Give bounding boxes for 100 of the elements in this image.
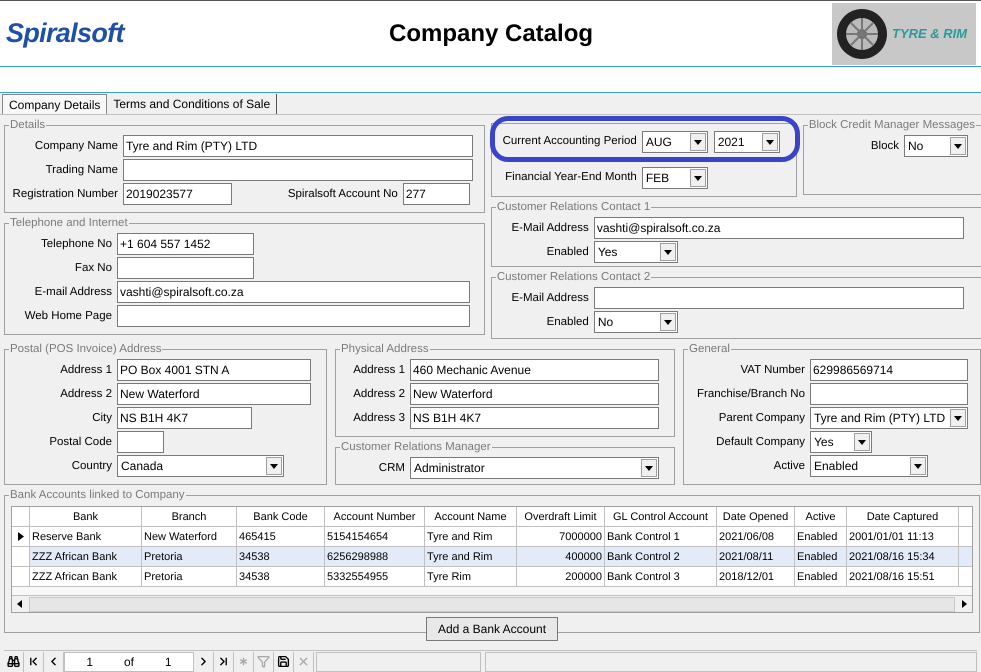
table-cell: New Waterford — [142, 527, 237, 546]
input-field[interactable] — [810, 383, 968, 406]
dropdown[interactable]: No — [904, 135, 968, 158]
table-cell: ZZZ African Bank — [30, 547, 142, 566]
page-indicator[interactable]: 1 of 1 — [64, 652, 194, 672]
table-cell: Bank Control 3 — [605, 567, 717, 586]
input-field[interactable]: 2019023577 — [123, 183, 232, 206]
input-field[interactable]: 277 — [402, 183, 470, 206]
field-label: Trading Name — [44, 162, 119, 178]
field-label: Telephone No — [40, 236, 113, 252]
last-page-icon — [217, 655, 230, 668]
table-row[interactable]: Reserve Bank New Waterford 465415 5154154654 Tyre and Rim 7000000 Bank Control 1 2021/06/08 Enabled 2001/01/01 11:13 — [12, 527, 972, 548]
page-of-label: of — [124, 654, 134, 670]
binoculars-icon — [7, 655, 20, 668]
dropdown[interactable]: Canada — [117, 455, 284, 478]
input-field[interactable]: +1 604 557 1452 — [117, 233, 254, 256]
page-total: 1 — [164, 654, 172, 670]
row-pointer-icon — [18, 532, 24, 542]
dropdown[interactable]: Administrator — [410, 457, 659, 480]
input-field[interactable] — [117, 257, 254, 280]
table-row[interactable]: ZZZ African Bank Pretoria 34538 6256298988 Tyre and Rim 400000 Bank Control 2 2021/08/11 Enabled 2021/08/16 15:34 — [12, 547, 972, 568]
input-field[interactable] — [117, 305, 470, 328]
table-cell: Tyre and Rim — [425, 527, 517, 546]
input-field[interactable] — [123, 159, 473, 182]
table-cell: 2021/08/11 — [717, 547, 795, 566]
column-header[interactable]: Date Captured — [847, 507, 959, 526]
column-header[interactable]: GL Control Account — [605, 507, 717, 526]
table-cell: 2001/01/01 11:13 — [847, 527, 959, 546]
column-header[interactable]: Bank — [30, 507, 142, 526]
field-label: Current Accounting Period — [502, 134, 638, 150]
field-label: Parent Company — [718, 410, 806, 426]
field-label: CRM — [378, 460, 406, 476]
field-label: Company Name — [34, 138, 119, 154]
column-header[interactable]: Date Opened — [717, 507, 795, 526]
dropdown[interactable]: Yes — [810, 431, 872, 454]
field-label: Franchise/Branch No — [696, 386, 806, 402]
input-field[interactable]: 629986569714 — [810, 359, 968, 382]
table-cell: Enabled — [795, 527, 847, 546]
table-cell: 2021/08/16 15:34 — [847, 547, 959, 566]
dropdown[interactable]: Yes — [594, 241, 678, 264]
input-field[interactable]: PO Box 4001 STN A — [117, 359, 311, 382]
table-cell: Tyre Rim — [425, 567, 517, 586]
group-title: Details — [9, 118, 46, 133]
column-header[interactable]: Branch — [142, 507, 237, 526]
input-field[interactable]: Tyre and Rim (PTY) LTD — [123, 135, 473, 158]
caret-icon — [660, 243, 676, 262]
input-field[interactable]: New Waterford — [410, 383, 659, 406]
table-cell: 34538 — [237, 547, 325, 566]
table-cell: Enabled — [795, 567, 847, 586]
group-title: Customer Relations Contact 2 — [496, 270, 652, 285]
dropdown[interactable]: FEB — [642, 167, 708, 189]
input-field[interactable] — [117, 431, 164, 454]
field-label: E-Mail Address — [510, 220, 590, 236]
input-field[interactable]: 460 Mechanic Avenue — [410, 359, 659, 382]
input-field[interactable]: New Waterford — [117, 383, 311, 406]
company-logo: Spiralsoft — [6, 17, 126, 50]
dropdown[interactable]: Tyre and Rim (PTY) LTD — [810, 407, 968, 430]
column-header[interactable]: Overdraft Limit — [517, 507, 605, 526]
dropdown[interactable]: No — [594, 311, 678, 334]
dropdown[interactable]: AUG — [642, 131, 708, 153]
table-cell: 2018/12/01 — [717, 567, 795, 586]
field-label: Web Home Page — [24, 308, 113, 324]
field-label: E-Mail Address — [510, 290, 590, 306]
table-cell: Tyre and Rim — [425, 547, 517, 566]
table-cell: 2021/08/16 15:51 — [847, 567, 959, 586]
caret-icon — [854, 433, 870, 452]
group-title: Telephone and Internet — [9, 216, 129, 231]
asterisk-icon — [237, 655, 250, 668]
table-cell: 400000 — [517, 547, 605, 566]
caret-icon — [950, 137, 966, 156]
column-header[interactable]: Account Name — [425, 507, 517, 526]
field-label: Address 1 — [352, 362, 406, 378]
column-header[interactable]: Active — [795, 507, 847, 526]
field-label: Country — [70, 458, 113, 474]
table-row[interactable]: ZZZ African Bank Pretoria 34538 5332554955 Tyre Rim 200000 Bank Control 3 2018/12/01 Enabled 2021/08/16 15:51 — [12, 567, 972, 588]
filter-icon — [257, 655, 270, 668]
field-label: VAT Number — [739, 362, 806, 378]
horizontal-scrollbar[interactable] — [12, 595, 972, 612]
input-field[interactable]: NS B1H 4K7 — [117, 407, 252, 430]
field-label: Block — [870, 138, 900, 154]
add-bank-account-button[interactable]: Add a Bank Account — [426, 617, 558, 642]
tab[interactable]: Company Details — [2, 94, 108, 114]
column-header[interactable]: Bank Code — [237, 507, 325, 526]
dropdown[interactable]: Enabled — [810, 455, 928, 478]
field-label: Spiralsoft Account No — [288, 186, 399, 202]
input-field[interactable]: NS B1H 4K7 — [410, 407, 659, 430]
caret-icon — [762, 133, 778, 151]
caret-icon — [690, 133, 706, 151]
field-label: Enabled — [546, 244, 590, 260]
group-title: Customer Relations Manager — [340, 440, 492, 455]
input-field[interactable]: vashti@spiralsoft.co.za — [594, 217, 964, 240]
input-field[interactable]: vashti@spiralsoft.co.za — [117, 281, 470, 304]
input-field[interactable] — [594, 287, 964, 310]
table-cell: Bank Control 2 — [605, 547, 717, 566]
dropdown[interactable]: 2021 — [714, 131, 780, 153]
save-icon — [277, 655, 290, 668]
caret-icon — [950, 409, 966, 428]
column-header[interactable]: Account Number — [325, 507, 425, 526]
field-label: Address 1 — [59, 362, 113, 378]
group-title: Customer Relations Contact 1 — [496, 200, 652, 215]
